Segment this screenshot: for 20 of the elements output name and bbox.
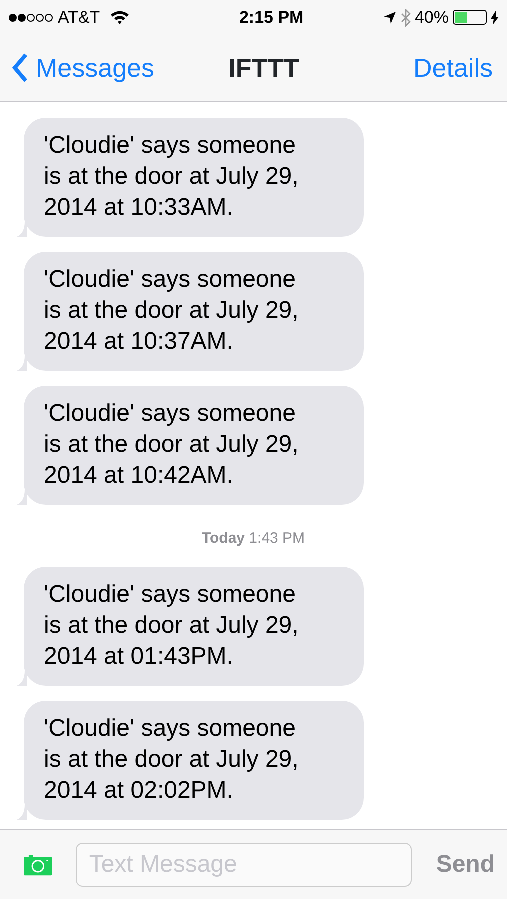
bubble-tail-icon [17,221,27,237]
details-button[interactable]: Details [414,48,493,88]
battery-icon [453,10,487,25]
back-button[interactable]: Messages [12,48,154,88]
wifi-icon [110,10,130,25]
bubble-tail-icon [17,670,27,686]
status-time: 2:15 PM [239,6,304,29]
bubble-tail-icon [17,804,27,820]
conversation-title: IFTTT [228,52,300,84]
location-icon [382,10,397,24]
carrier-name: AT&T [58,6,100,29]
signal-icon [8,12,54,22]
bubble-tail-icon [17,489,27,505]
bubble-tail-icon [17,355,27,371]
battery-percent: 40% [414,6,449,29]
send-button[interactable]: Send [436,846,495,882]
timestamp: Today 1:43 PM [200,529,306,549]
bluetooth-icon [400,8,411,26]
charging-icon [491,10,499,24]
back-chevron-icon [12,53,28,83]
